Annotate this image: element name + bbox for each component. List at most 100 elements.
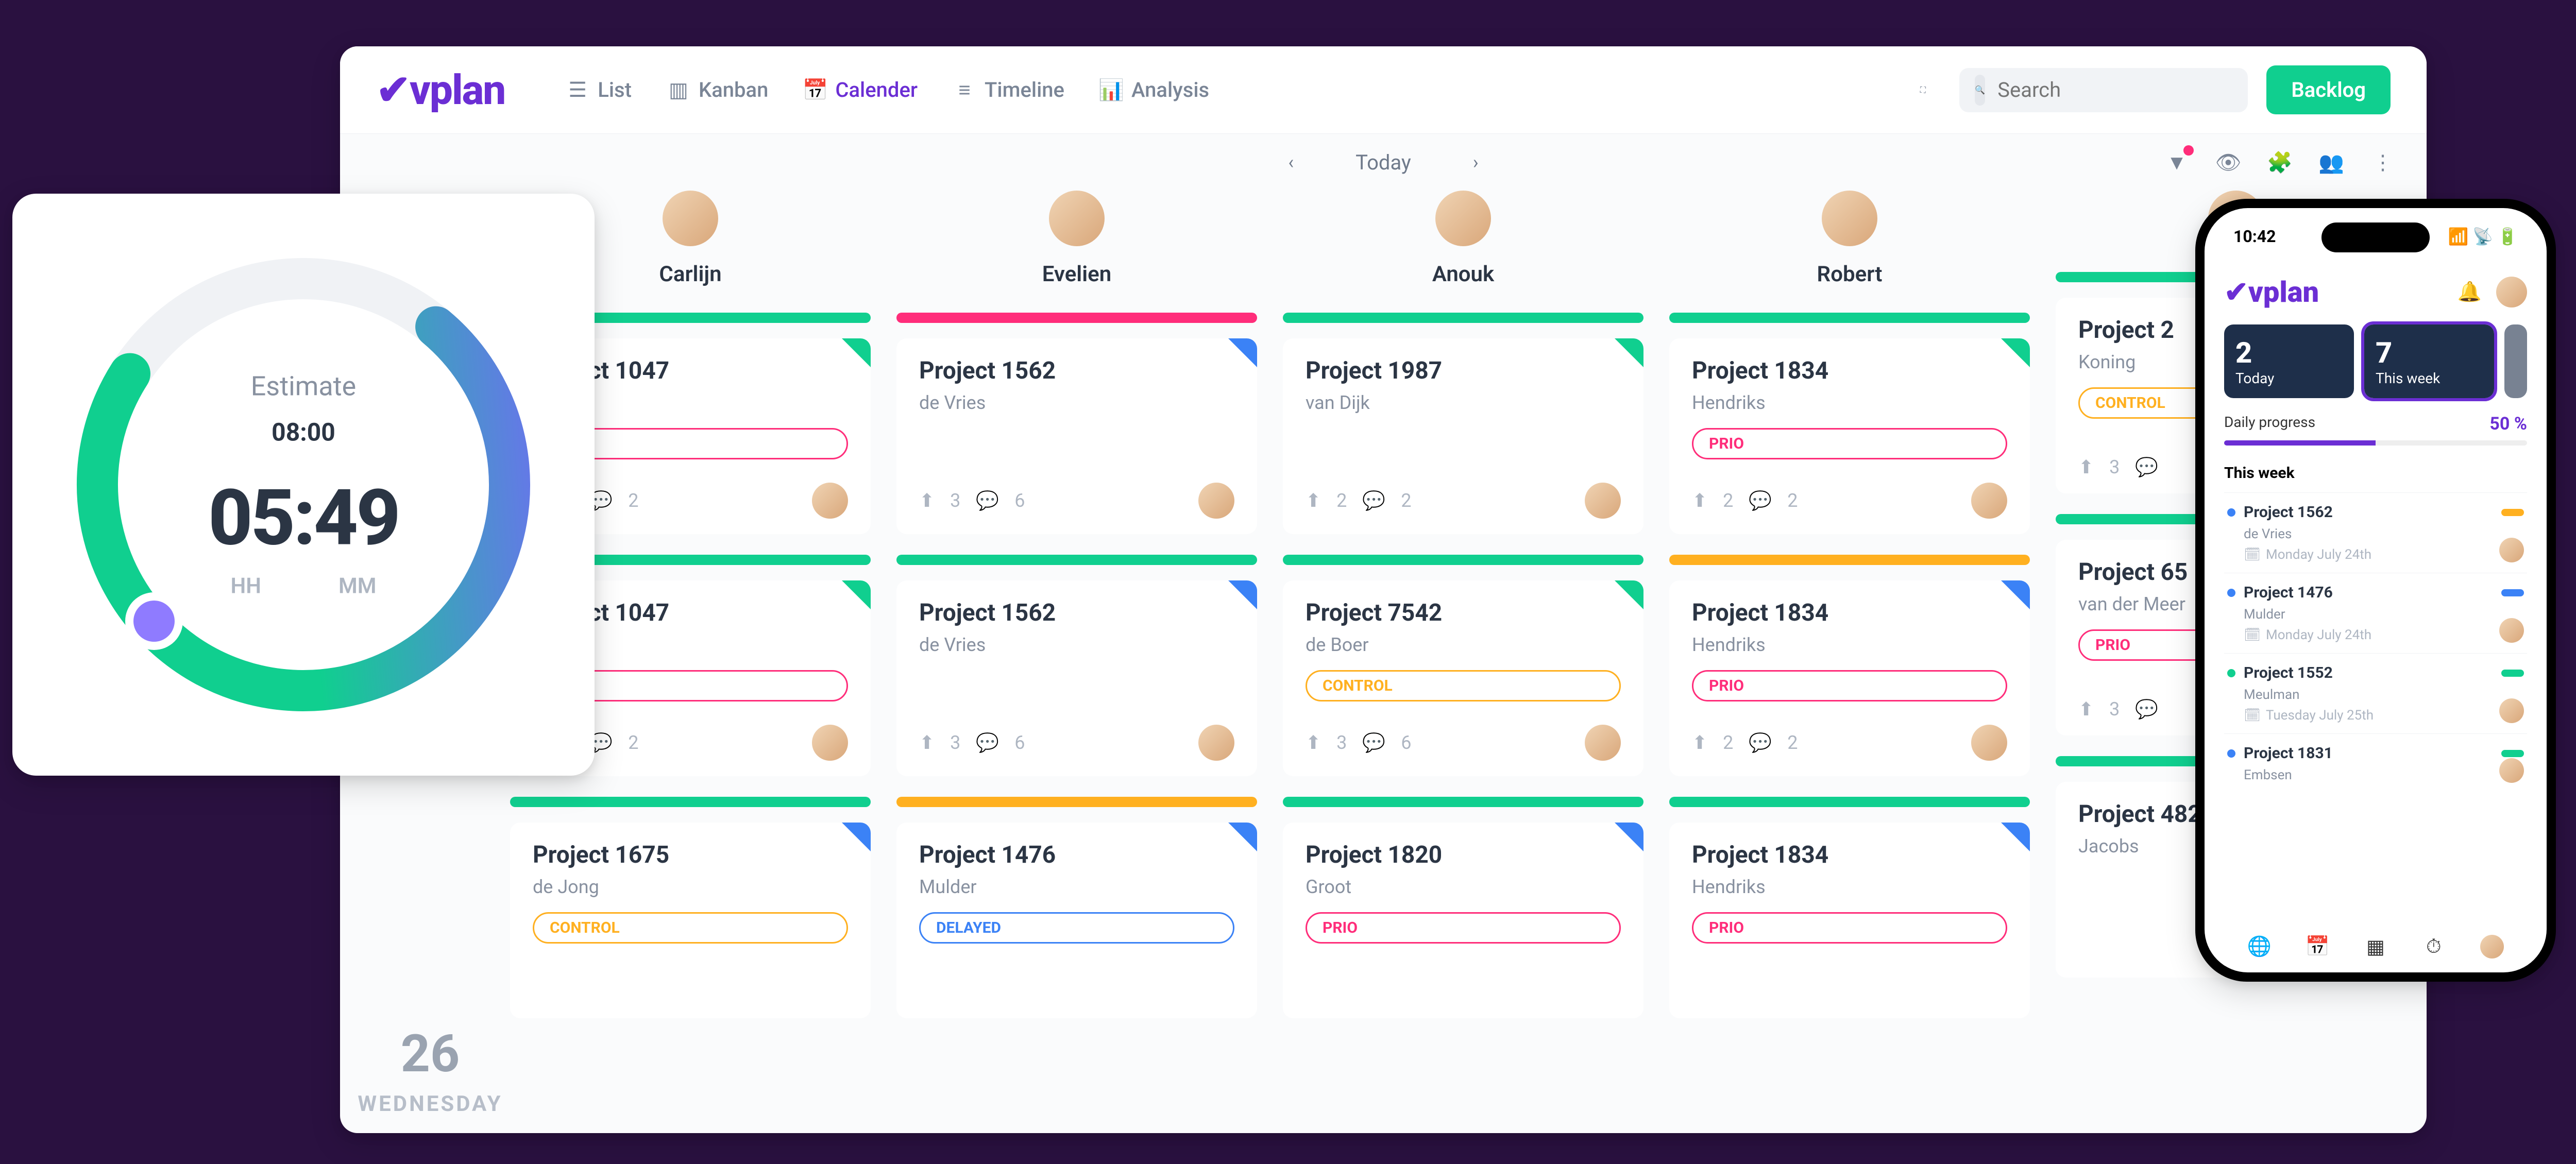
phone-mock: 10:42 📶 📡 🔋 ✔vplan 🔔 2Today 7This week D… bbox=[2195, 199, 2556, 982]
assignee-avatar bbox=[812, 725, 848, 761]
project-card[interactable]: Project 1562de Vries⬆3💬6 bbox=[896, 338, 1257, 534]
avatar-icon bbox=[2480, 935, 2504, 958]
project-card[interactable]: Project 1675de JongCONTROL bbox=[510, 823, 871, 1018]
card-title: Project 1476 bbox=[919, 841, 1234, 869]
card-client: de Vries bbox=[919, 392, 1234, 414]
column-header: Anouk bbox=[1283, 191, 1643, 287]
card-corner bbox=[842, 580, 871, 609]
view-analysis[interactable]: 📊Analysis bbox=[1100, 78, 1209, 102]
list-item[interactable]: Project 1552Meulman🗓Tuesday July 25th bbox=[2224, 653, 2527, 733]
card-client: de Jong bbox=[533, 876, 848, 898]
card-title: Project 1562 bbox=[919, 599, 1234, 627]
search-box[interactable]: 🔍 bbox=[1959, 68, 2248, 112]
project-card[interactable]: Project 1834HendriksPRIO bbox=[1669, 823, 2030, 1018]
grid-icon: ▦ bbox=[2366, 935, 2385, 958]
project-card[interactable]: Project 1476MulderDELAYED bbox=[896, 823, 1257, 1018]
current-date-label: Today bbox=[1355, 150, 1411, 175]
estimate-value: 08:00 bbox=[12, 418, 595, 447]
item-title: Project 1831 bbox=[2244, 744, 2493, 762]
eye-icon: 👁 bbox=[2215, 150, 2242, 175]
backlog-button[interactable]: Backlog bbox=[2266, 65, 2391, 114]
avatar bbox=[1049, 191, 1105, 246]
project-card[interactable]: Project 1820GrootPRIO bbox=[1283, 823, 1643, 1018]
comments-count: 2 bbox=[628, 490, 638, 511]
item-date: 🗓Monday July 24th bbox=[2227, 547, 2524, 562]
project-card[interactable]: Project 1834HendriksPRIO⬆2💬2 bbox=[1669, 338, 2030, 534]
tab-home[interactable]: 🌐 bbox=[2247, 934, 2272, 959]
comments-count: 2 bbox=[1787, 490, 1798, 511]
item-date: 🗓Monday July 24th bbox=[2227, 627, 2524, 643]
upload-count: 2 bbox=[1723, 490, 1733, 511]
list-item[interactable]: Project 1476Mulder🗓Monday July 24th bbox=[2224, 573, 2527, 653]
people-icon: 👥 bbox=[2318, 150, 2344, 175]
card-title: Project 1834 bbox=[1692, 841, 2007, 869]
comments-icon: 💬 bbox=[976, 490, 999, 511]
avatar bbox=[1435, 191, 1491, 246]
calendar-icon: 🗓 bbox=[2244, 547, 2261, 562]
column-header: Evelien bbox=[896, 191, 1257, 287]
tab-calendar[interactable]: 📅 bbox=[2305, 934, 2330, 959]
columns: CarlijnProject 1047JanzenPRIO⬆2💬2Project… bbox=[510, 191, 2416, 1133]
view-kanban[interactable]: ▥Kanban bbox=[668, 78, 768, 102]
card-footer: ⬆2💬2 bbox=[1306, 483, 1621, 519]
plugins-button[interactable]: 🧩 bbox=[2267, 149, 2293, 175]
notifications-button[interactable]: 🔔 bbox=[2458, 281, 2482, 303]
item-avatar bbox=[2499, 618, 2524, 643]
card-footer: ⬆3💬6 bbox=[919, 725, 1234, 761]
project-card[interactable]: Project 1987van Dijk⬆2💬2 bbox=[1283, 338, 1643, 534]
progress-pct: 50 % bbox=[2489, 414, 2527, 434]
card-client: de Vries bbox=[919, 634, 1234, 656]
prev-day-button[interactable]: ‹ bbox=[1288, 151, 1294, 173]
status-dot bbox=[2227, 749, 2235, 758]
column-name: Anouk bbox=[1283, 262, 1643, 287]
tile-today[interactable]: 2Today bbox=[2224, 324, 2354, 398]
item-chip bbox=[2501, 750, 2524, 757]
project-card[interactable]: Project 1562 de Vries ⬆3💬6 bbox=[896, 580, 1257, 776]
visibility-button[interactable]: 👁 bbox=[2215, 149, 2241, 175]
assignee-avatar bbox=[1198, 483, 1234, 519]
tab-apps[interactable]: ▦ bbox=[2363, 934, 2388, 959]
view-switcher: ☰List ▥Kanban 📅Calender ≡Timeline 📊Analy… bbox=[567, 78, 1905, 102]
analysis-icon: 📊 bbox=[1100, 79, 1122, 101]
project-card[interactable]: Project 7542de BoerCONTROL⬆3💬6 bbox=[1283, 580, 1643, 776]
list-item[interactable]: Project 1831Embsen bbox=[2224, 733, 2527, 793]
view-calendar[interactable]: 📅Calender bbox=[804, 78, 918, 102]
tab-profile[interactable] bbox=[2480, 934, 2504, 959]
calendar-icon: 📅 bbox=[2306, 935, 2330, 958]
phone-time: 10:42 bbox=[2233, 227, 2276, 246]
people-button[interactable]: 👥 bbox=[2318, 149, 2344, 175]
card-title: Project 1820 bbox=[1306, 841, 1621, 869]
profile-button[interactable] bbox=[2496, 277, 2527, 307]
list-item[interactable]: Project 1562de Vries🗓Monday July 24th bbox=[2224, 492, 2527, 573]
upload-count: 3 bbox=[950, 490, 960, 511]
column-name: Robert bbox=[1669, 262, 2030, 287]
elapsed-value: 05:49 bbox=[12, 473, 595, 563]
list-icon: ☰ bbox=[567, 79, 588, 101]
search-input[interactable] bbox=[1997, 78, 2261, 102]
hh-label: HH bbox=[231, 574, 261, 599]
upload-count: 3 bbox=[2109, 698, 2120, 720]
tile-next[interactable] bbox=[2504, 324, 2527, 398]
progress-bar bbox=[1283, 555, 1643, 565]
card-corner bbox=[1615, 823, 1643, 851]
card-title: Project 1562 bbox=[919, 357, 1234, 385]
card-title: Project 7542 bbox=[1306, 599, 1621, 627]
filter-button[interactable]: ▼ bbox=[2164, 149, 2190, 175]
fullscreen-button[interactable]: ⛶ bbox=[1905, 72, 1941, 108]
view-timeline[interactable]: ≡Timeline bbox=[954, 78, 1064, 102]
mm-label: MM bbox=[338, 574, 377, 599]
logo: ✔vplan bbox=[376, 66, 505, 114]
status-dot bbox=[2227, 589, 2235, 597]
view-list[interactable]: ☰List bbox=[567, 78, 632, 102]
project-card[interactable]: Project 1834HendriksPRIO⬆2💬2 bbox=[1669, 580, 2030, 776]
tile-this-week[interactable]: 7This week bbox=[2364, 324, 2494, 398]
more-button[interactable]: ⋮ bbox=[2370, 149, 2396, 175]
tab-timer[interactable]: ⏱ bbox=[2421, 934, 2446, 959]
card-corner bbox=[842, 338, 871, 367]
next-day-button[interactable]: › bbox=[1473, 151, 1479, 173]
globe-icon: 🌐 bbox=[2247, 935, 2272, 958]
progress-bar bbox=[1283, 313, 1643, 323]
comments-icon: 💬 bbox=[976, 732, 999, 754]
progress-bar bbox=[1669, 555, 2030, 565]
card-footer: ⬆2💬2 bbox=[1692, 483, 2007, 519]
